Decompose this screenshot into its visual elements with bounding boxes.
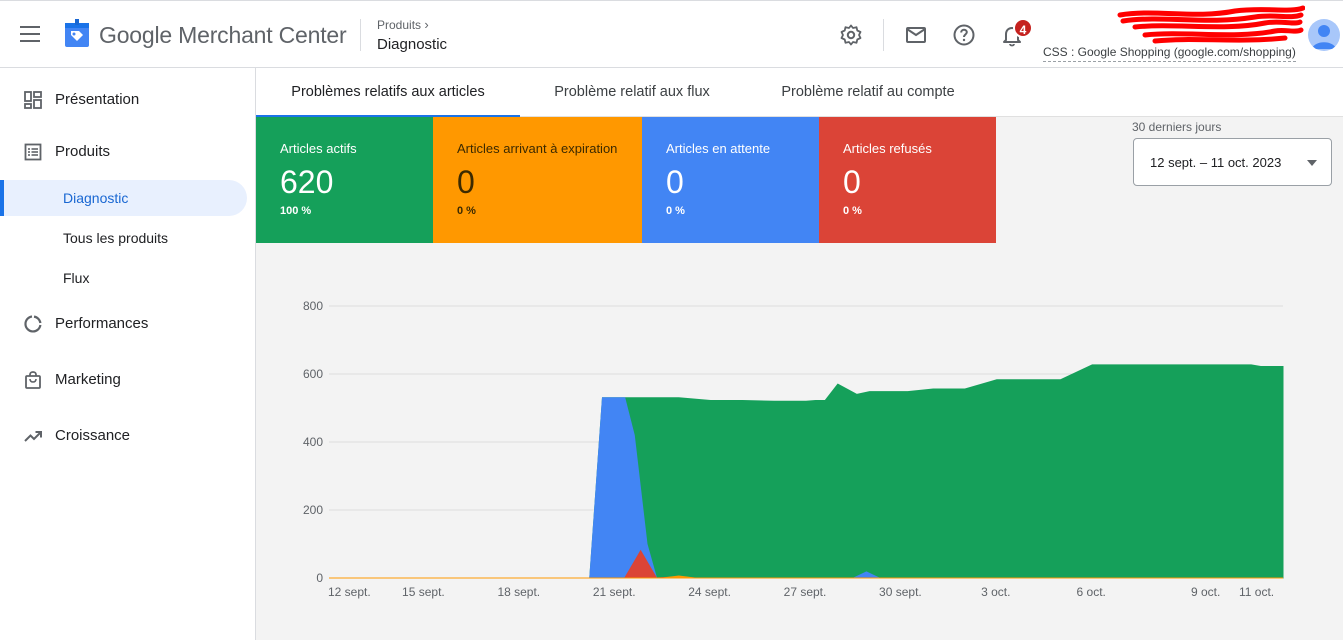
- redacted-account-name: [1117, 5, 1305, 44]
- sidebar: Présentation Produits Diagnostic Tous le…: [0, 68, 256, 640]
- shopping-bag-icon: [25, 371, 41, 389]
- y-tick-label: 600: [303, 367, 323, 381]
- sidebar-item-flux[interactable]: Flux: [0, 260, 247, 296]
- main-content: Problèmes relatifs aux articles Problème…: [256, 68, 1343, 640]
- card-title: Articles refusés: [843, 141, 932, 156]
- breadcrumb-parent-label: Produits: [377, 18, 422, 32]
- brand-product: Merchant Center: [178, 22, 347, 48]
- settings-icon[interactable]: [839, 23, 863, 47]
- sidebar-item-produits[interactable]: Produits: [0, 132, 256, 172]
- card-title: Articles arrivant à expiration: [457, 141, 618, 156]
- trending-up-icon: [24, 431, 42, 442]
- card-value: 0: [457, 164, 475, 200]
- tab-problemes-articles[interactable]: Problèmes relatifs aux articles: [256, 68, 520, 118]
- tab-probleme-compte[interactable]: Problème relatif au compte: [762, 68, 974, 117]
- card-value: 0: [666, 164, 684, 200]
- chevron-down-icon: [1307, 160, 1317, 166]
- x-tick-label: 18 sept.: [497, 585, 540, 599]
- donut-chart-icon: [24, 315, 42, 333]
- sidebar-item-label: Présentation: [55, 91, 140, 108]
- date-range-value: 12 sept. – 11 oct. 2023: [1150, 155, 1282, 170]
- sidebar-item-presentation[interactable]: Présentation: [0, 80, 256, 120]
- x-tick-label: 6 oct.: [1077, 585, 1106, 599]
- help-icon[interactable]: [952, 23, 976, 47]
- notification-count-badge: 4: [1013, 18, 1033, 38]
- breadcrumb-parent[interactable]: Produits ›: [377, 17, 429, 32]
- card-percent: 0 %: [666, 205, 685, 217]
- merchant-logo-icon[interactable]: [63, 19, 91, 49]
- y-tick-label: 400: [303, 435, 323, 449]
- x-tick-label: 27 sept.: [784, 585, 827, 599]
- card-percent: 0 %: [843, 205, 862, 217]
- sidebar-item-diagnostic[interactable]: Diagnostic: [0, 180, 247, 216]
- card-articles-en-attente[interactable]: Articles en attente 0 0 %: [642, 117, 819, 243]
- header-divider: [360, 19, 361, 51]
- card-title: Articles en attente: [666, 141, 771, 156]
- account-label[interactable]: CSS : Google Shopping (google.com/shoppi…: [1043, 45, 1296, 62]
- series-area-0: [329, 364, 1284, 579]
- y-tick-label: 0: [316, 571, 323, 585]
- list-icon: [24, 143, 42, 161]
- x-tick-label: 9 oct.: [1191, 585, 1220, 599]
- brand-google: Google: [99, 22, 172, 48]
- card-percent: 100 %: [280, 205, 312, 217]
- chevron-right-icon: ›: [424, 17, 429, 32]
- sidebar-item-label: Flux: [63, 270, 90, 286]
- sidebar-item-marketing[interactable]: Marketing: [0, 360, 256, 400]
- sidebar-item-label: Diagnostic: [63, 190, 129, 206]
- x-tick-label: 15 sept.: [402, 585, 445, 599]
- x-tick-label: 30 sept.: [879, 585, 922, 599]
- dashboard-icon: [24, 91, 42, 109]
- sidebar-item-performances[interactable]: Performances: [0, 304, 256, 344]
- mail-icon[interactable]: [904, 23, 928, 47]
- x-tick-label: 11 oct.: [1239, 585, 1274, 599]
- sidebar-item-label: Produits: [55, 143, 111, 160]
- card-title: Articles actifs: [280, 141, 357, 156]
- menu-icon[interactable]: [20, 26, 40, 42]
- date-range-label: 30 derniers jours: [1132, 120, 1222, 134]
- top-app-bar: Google Merchant Center Produits › Diagno…: [0, 0, 1343, 68]
- account-avatar[interactable]: [1308, 19, 1340, 51]
- brand-name[interactable]: Google Merchant Center: [99, 22, 347, 49]
- card-articles-expiration[interactable]: Articles arrivant à expiration 0 0 %: [433, 117, 642, 243]
- tab-bar: Problèmes relatifs aux articles Problème…: [256, 68, 1343, 118]
- x-tick-label: 12 sept.: [328, 585, 371, 599]
- sidebar-item-label: Croissance: [55, 427, 131, 444]
- sidebar-item-label: Marketing: [55, 371, 121, 388]
- x-tick-label: 21 sept.: [593, 585, 636, 599]
- x-tick-label: 3 oct.: [981, 585, 1010, 599]
- card-articles-refuses[interactable]: Articles refusés 0 0 %: [819, 117, 996, 243]
- date-range-select[interactable]: 12 sept. – 11 oct. 2023: [1133, 138, 1332, 186]
- sidebar-item-croissance[interactable]: Croissance: [0, 416, 256, 456]
- sidebar-item-tous-les-produits[interactable]: Tous les produits: [0, 220, 247, 256]
- sidebar-item-label: Performances: [55, 315, 149, 332]
- y-tick-label: 200: [303, 503, 323, 517]
- x-tick-label: 24 sept.: [688, 585, 731, 599]
- sidebar-item-label: Tous les produits: [63, 230, 169, 246]
- card-value: 0: [843, 164, 861, 200]
- card-percent: 0 %: [457, 205, 476, 217]
- card-articles-actifs[interactable]: Articles actifs 620 100 %: [256, 117, 433, 243]
- y-tick-label: 800: [303, 299, 323, 313]
- card-value: 620: [280, 164, 334, 200]
- header-icon-divider: [883, 19, 884, 51]
- items-status-chart: 0 200 400 600 800 12 sept. 15 sept. 18 sept. 21 …: [303, 299, 1284, 599]
- tab-probleme-flux[interactable]: Problème relatif aux flux: [536, 68, 728, 117]
- page-title: Diagnostic: [377, 36, 448, 53]
